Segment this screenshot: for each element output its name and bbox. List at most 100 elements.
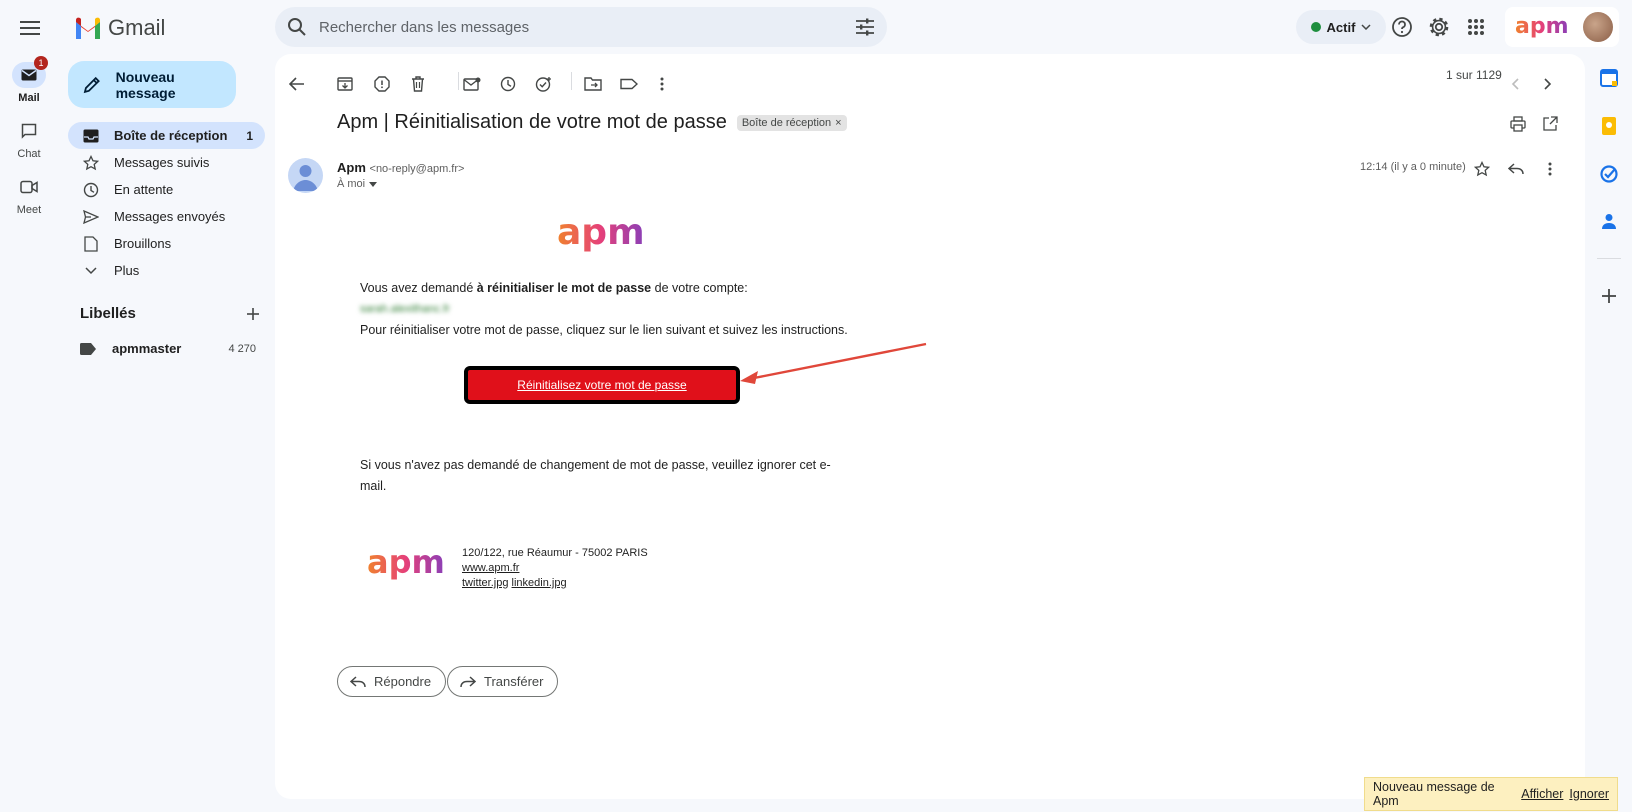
search-options-icon[interactable] [855, 18, 875, 36]
nav-item-inbox[interactable]: Boîte de réception 1 [68, 122, 265, 149]
intro-after: de votre compte: [651, 281, 748, 295]
nav-label: Boîte de réception [114, 128, 228, 143]
mark-unread-button[interactable] [460, 72, 484, 96]
nav-item-sent[interactable]: Messages envoyés [68, 203, 265, 230]
apps-button[interactable] [1460, 11, 1492, 43]
reply-icon [350, 675, 366, 687]
email-apm-logo: apm [555, 210, 655, 258]
rail-meet-label: Meet [16, 204, 42, 216]
plus-icon [1602, 289, 1616, 303]
labels-button[interactable] [617, 72, 641, 96]
apm-logo-image: apm [557, 212, 645, 253]
rail-mail-icon-wrap: 1 [12, 56, 48, 88]
back-button[interactable] [285, 72, 309, 96]
email-intro: Vous avez demandé à réinitialiser le mot… [360, 281, 748, 295]
message-more-button[interactable] [1538, 157, 1562, 181]
main-menu-button[interactable] [10, 8, 50, 48]
intro-bold: à réinitialiser le mot de passe [476, 281, 652, 295]
keep-icon [1602, 117, 1616, 135]
email-ignore-note: Si vous n'avez pas demandé de changement… [360, 455, 831, 497]
help-button[interactable] [1386, 11, 1418, 43]
contacts-addon[interactable] [1597, 209, 1621, 233]
rail-mail-label: Mail [18, 92, 40, 104]
rail-meet-icon-wrap [12, 174, 46, 200]
nav-item-starred[interactable]: Messages suivis [68, 149, 265, 176]
ignore-line-1: Si vous n'avez pas demandé de changement… [360, 458, 831, 472]
rail-item-meet[interactable]: Meet [0, 174, 58, 216]
reset-password-link[interactable]: Réinitialisez votre mot de passe [464, 366, 740, 404]
tasks-icon [1600, 165, 1618, 183]
clock-icon [500, 76, 516, 92]
add-label-icon[interactable] [246, 307, 260, 321]
forward-button[interactable]: Transférer [447, 666, 559, 697]
linkedin-image-link[interactable]: linkedin.jpg [512, 577, 567, 589]
trash-icon [412, 76, 424, 92]
more-vert-icon [1548, 162, 1552, 176]
hamburger-icon [20, 21, 40, 35]
folder-nav: Boîte de réception 1 Messages suivis En … [68, 122, 265, 284]
label-icon [620, 78, 638, 90]
status-selector[interactable]: Actif [1296, 10, 1386, 44]
print-icon [1510, 116, 1526, 132]
contacts-icon [1602, 214, 1616, 229]
report-spam-button[interactable] [370, 72, 394, 96]
star-icon [1474, 161, 1490, 177]
forward-label: Transférer [484, 674, 544, 689]
notification-text: Nouveau message de Apm [1373, 780, 1495, 808]
account-email-blurred: sarah.alexithanc.fr [360, 303, 450, 315]
compose-button[interactable]: Nouveau message [68, 61, 236, 108]
new-message-notification: Nouveau message de Apm Afficher Ignorer [1364, 777, 1618, 811]
twitter-image-link[interactable]: twitter.jpg [462, 577, 508, 589]
older-button[interactable] [1536, 72, 1560, 96]
sender-address: <no-reply@apm.fr> [369, 163, 465, 175]
search-bar[interactable] [275, 7, 887, 47]
archive-button[interactable] [333, 72, 357, 96]
notification-show-link[interactable]: Afficher [1521, 787, 1563, 801]
open-new-window-button[interactable] [1538, 112, 1562, 136]
keep-addon[interactable] [1597, 114, 1621, 138]
rail-chat-icon-wrap [12, 118, 46, 144]
remove-tag-button[interactable]: × [835, 117, 841, 129]
label-item-apmmaster[interactable]: apmmaster 4 270 [80, 341, 256, 356]
move-to-button[interactable] [581, 72, 605, 96]
nav-item-drafts[interactable]: Brouillons [68, 230, 265, 257]
newer-button[interactable] [1503, 72, 1527, 96]
sender-avatar[interactable] [288, 158, 323, 193]
add-task-button[interactable] [532, 72, 556, 96]
compose-label: Nouveau message [115, 68, 176, 101]
nav-label: Brouillons [114, 236, 172, 251]
nav-item-more[interactable]: Plus [68, 257, 265, 284]
nav-item-snoozed[interactable]: En attente [68, 176, 265, 203]
rail-item-mail[interactable]: 1 Mail [0, 56, 58, 104]
calendar-addon[interactable] [1597, 66, 1621, 90]
labels-header: Libellés [80, 305, 260, 322]
delete-button[interactable] [406, 72, 430, 96]
reply-icon-button[interactable] [1504, 157, 1528, 181]
search-input[interactable] [319, 18, 855, 36]
recipient-details[interactable]: À moi [337, 178, 378, 190]
nav-label: En attente [114, 182, 174, 197]
mail-icon [21, 69, 37, 81]
intro-before: Vous avez demandé [360, 281, 477, 295]
settings-button[interactable] [1423, 11, 1455, 43]
notification-ignore-link[interactable]: Ignorer [1569, 787, 1609, 801]
print-button[interactable] [1506, 112, 1530, 136]
pagination-text: 1 sur 1129 [1446, 68, 1502, 82]
get-addons-button[interactable] [1597, 284, 1621, 308]
message-time: 12:14 (il y a 0 minute) [1360, 161, 1466, 173]
star-button[interactable] [1470, 157, 1494, 181]
reply-label: Répondre [374, 674, 432, 689]
footer-address: 120/122, rue Réaumur - 75002 PARIS [462, 547, 648, 559]
account-switcher[interactable]: apm [1505, 7, 1619, 47]
tasks-addon[interactable] [1597, 162, 1621, 186]
footer-site-link[interactable]: www.apm.fr [462, 562, 519, 574]
snooze-button[interactable] [496, 72, 520, 96]
reply-button[interactable]: Répondre [337, 666, 447, 697]
inbox-tag-label: Boîte de réception [741, 116, 832, 129]
rail-item-chat[interactable]: Chat [0, 118, 58, 160]
sender-name[interactable]: Apm [337, 160, 366, 175]
email-instructions: Pour réinitialiser votre mot de passe, c… [360, 323, 848, 337]
more-actions-button[interactable] [650, 72, 674, 96]
search-icon[interactable] [287, 17, 307, 37]
gmail-logo[interactable]: Gmail [74, 12, 165, 44]
